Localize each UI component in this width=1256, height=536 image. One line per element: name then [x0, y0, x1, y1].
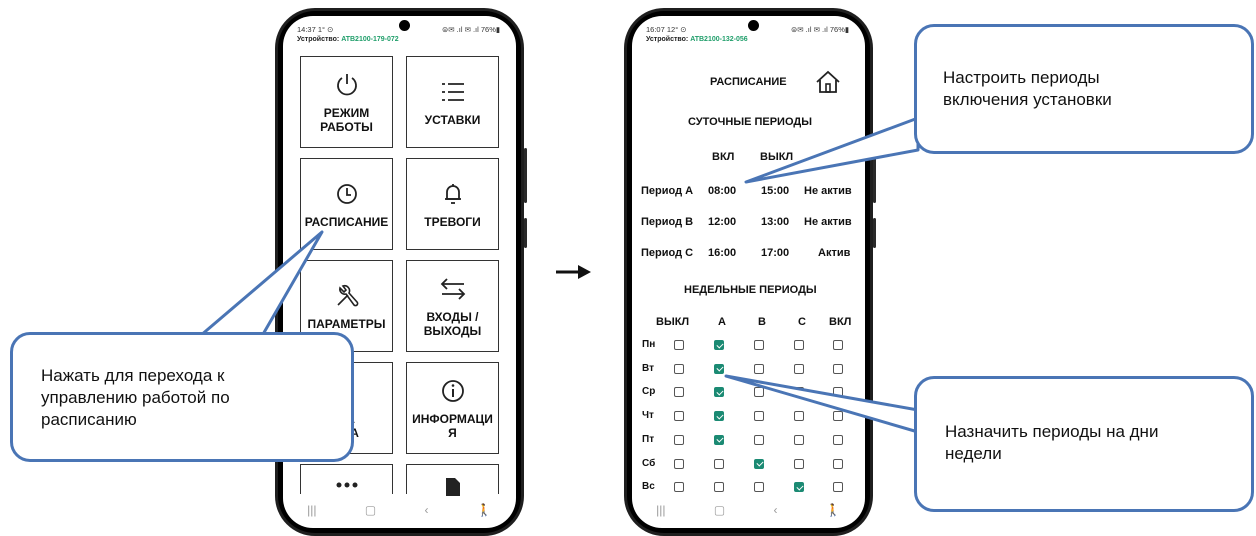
- callout-left: Нажать для перехода к управлению работой…: [10, 332, 354, 462]
- callout-top-right: Настроить периоды включения установки: [914, 24, 1254, 154]
- camera: [399, 20, 410, 31]
- camera: [748, 20, 759, 31]
- callout-bottom-right: Назначить периоды на дни недели: [914, 376, 1254, 512]
